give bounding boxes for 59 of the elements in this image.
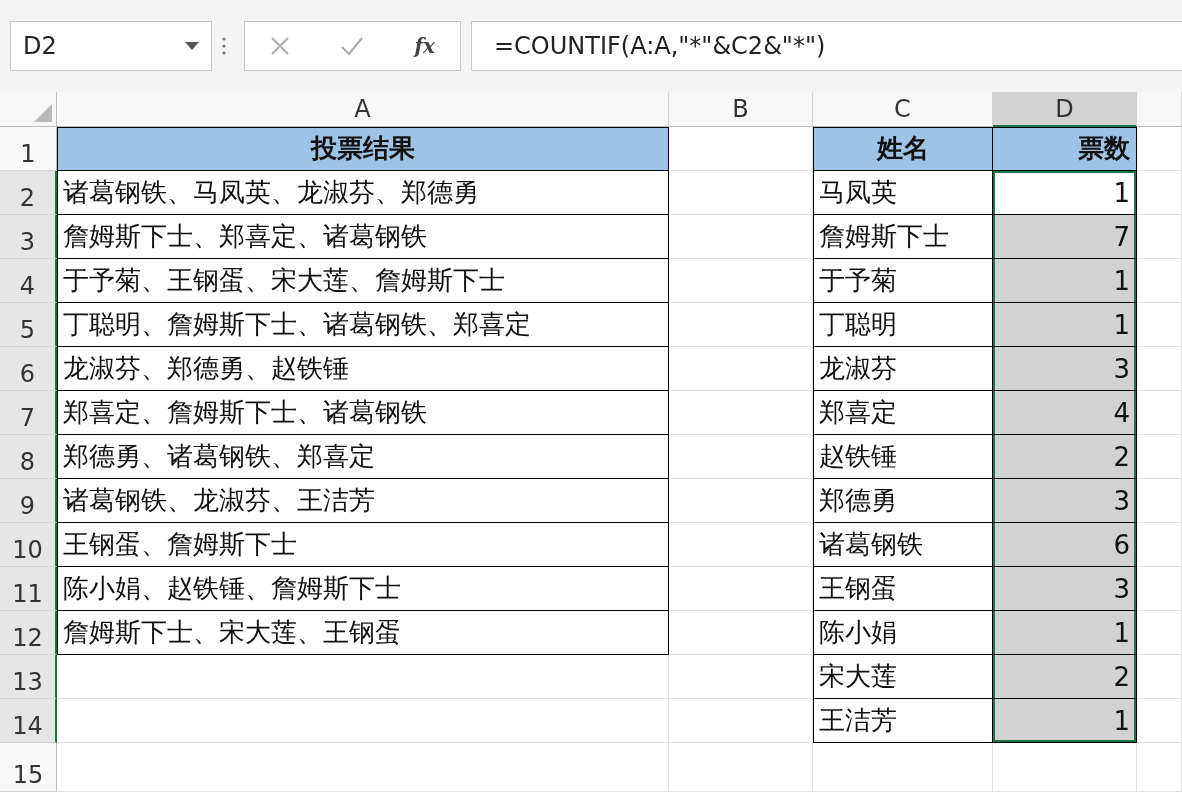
row-header[interactable]: 8 xyxy=(0,435,57,479)
name-box[interactable]: D2 xyxy=(10,21,212,71)
table-cell: 1 xyxy=(993,171,1137,215)
table-cell: 马凤英 xyxy=(813,171,993,215)
row-header[interactable]: 15 xyxy=(0,743,57,792)
header-cell: 投票结果 xyxy=(57,127,669,171)
dropdown-caret-icon[interactable] xyxy=(185,42,199,50)
table-cell: 郑德勇、诸葛钢铁、郑喜定 xyxy=(57,435,669,479)
row-header[interactable]: 10 xyxy=(0,523,57,567)
table-cell: 1 xyxy=(993,303,1137,347)
table-cell: 2 xyxy=(993,435,1137,479)
empty-cell xyxy=(1137,171,1182,215)
row-header[interactable]: 6 xyxy=(0,347,57,391)
column-header[interactable] xyxy=(1137,92,1182,127)
table-cell: 4 xyxy=(993,391,1137,435)
row-header[interactable]: 7 xyxy=(0,391,57,435)
row-header[interactable]: 12 xyxy=(0,611,57,655)
formula-field[interactable]: =COUNTIF(A:A,"*"&C2&"*") xyxy=(471,21,1182,71)
row-header[interactable]: 13 xyxy=(0,655,57,699)
row-header[interactable]: 11 xyxy=(0,567,57,611)
table-cell: 于予菊、王钢蛋、宋大莲、詹姆斯下士 xyxy=(57,259,669,303)
table-cell: 詹姆斯下士、宋大莲、王钢蛋 xyxy=(57,611,669,655)
empty-cell xyxy=(1137,743,1182,792)
table-cell: 詹姆斯下士、郑喜定、诸葛钢铁 xyxy=(57,215,669,259)
row-header[interactable]: 5 xyxy=(0,303,57,347)
column-header[interactable]: D xyxy=(993,92,1137,127)
select-all-icon[interactable] xyxy=(34,104,52,122)
table-cell: 6 xyxy=(993,523,1137,567)
table-cell: 3 xyxy=(993,567,1137,611)
column-header[interactable]: C xyxy=(813,92,993,127)
table-cell: 郑喜定、詹姆斯下士、诸葛钢铁 xyxy=(57,391,669,435)
row-header[interactable]: 4 xyxy=(0,259,57,303)
column-header[interactable]: B xyxy=(669,92,813,127)
table-cell: 丁聪明、詹姆斯下士、诸葛钢铁、郑喜定 xyxy=(57,303,669,347)
table-cell: 诸葛钢铁、龙淑芬、王洁芳 xyxy=(57,479,669,523)
table-cell: 3 xyxy=(993,479,1137,523)
cancel-icon[interactable] xyxy=(270,36,291,56)
column-header[interactable]: A xyxy=(57,92,669,127)
table-cell: 1 xyxy=(993,259,1137,303)
table-cell: 陈小娟、赵铁锤、詹姆斯下士 xyxy=(57,567,669,611)
table-cell: 2 xyxy=(993,655,1137,699)
row-header[interactable]: 14 xyxy=(0,699,57,743)
cell-reference: D2 xyxy=(23,32,57,60)
table-cell: 1 xyxy=(993,699,1137,743)
table-cell: 7 xyxy=(993,215,1137,259)
insert-function-button[interactable]: fx xyxy=(414,34,435,58)
table-cell: 诸葛钢铁、马凤英、龙淑芬、郑德勇 xyxy=(57,171,669,215)
row-header[interactable]: 2 xyxy=(0,171,57,215)
table-cell: 3 xyxy=(993,347,1137,391)
table-cell: 王钢蛋、詹姆斯下士 xyxy=(57,523,669,567)
checkmark-icon[interactable] xyxy=(340,36,365,56)
table-cell: 1 xyxy=(993,611,1137,655)
header-cell: 票数 xyxy=(993,127,1137,171)
header-cell: 姓名 xyxy=(813,127,993,171)
row-header[interactable]: 1 xyxy=(0,127,57,171)
table-cell: 龙淑芬、郑德勇、赵铁锤 xyxy=(57,347,669,391)
more-options-icon[interactable] xyxy=(222,37,226,55)
row-header[interactable]: 9 xyxy=(0,479,57,523)
row-header[interactable]: 3 xyxy=(0,215,57,259)
